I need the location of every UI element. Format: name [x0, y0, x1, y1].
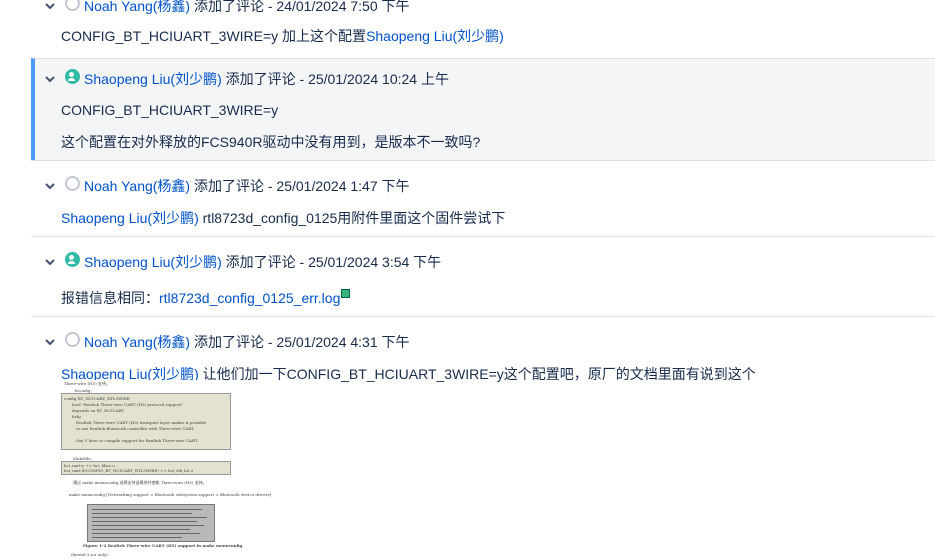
chevron-down-icon[interactable]	[45, 181, 55, 191]
attachment-link[interactable]: rtl8723d_config_0125_err.log	[159, 290, 340, 306]
comment-meta: 添加了评论 - 24/01/2024 7:50 下午	[193, 0, 410, 14]
user-avatar-icon[interactable]	[65, 68, 80, 84]
comment-body: 报错信息相同：rtl8723d_config_0125_err.log	[61, 288, 351, 308]
comment-header: Shaopeng Liu(刘少鹏) 添加了评论 - 25/01/2024 10:…	[45, 68, 449, 89]
comment-1: Noah Yang(杨鑫) 添加了评论 - 24/01/2024 7:50 下午…	[31, 0, 935, 48]
comment-body: CONFIG_BT_HCIUART_3WIRE=y 加上这个配置Shaopeng…	[61, 26, 504, 46]
comment-text: rtl8723d_config_0125用附件里面这个固件尝试下	[198, 210, 506, 226]
chevron-down-icon[interactable]	[45, 74, 55, 84]
comment-author-link[interactable]: Shaopeng Liu(刘少鹏)	[84, 69, 222, 89]
comment-meta: 添加了评论 - 25/01/2024 1:47 下午	[193, 178, 410, 194]
default-avatar-icon[interactable]	[65, 175, 80, 191]
comment-author-link[interactable]: Noah Yang(杨鑫)	[84, 176, 190, 196]
doc-footer: (kernel-3.x.x only)	[71, 552, 108, 557]
doc-code-line: to use Realtek Bluetooth controller with…	[76, 426, 195, 431]
default-avatar-icon[interactable]	[65, 331, 80, 347]
comment-meta: 添加了评论 - 25/01/2024 4:31 下午	[193, 334, 410, 350]
comment-3: Noah Yang(杨鑫) 添加了评论 - 25/01/2024 1:47 下午…	[31, 160, 935, 237]
doc-kconfig-box: config BT_HCIUART_RTL3WIRE bool "Realtek…	[61, 393, 231, 450]
embedded-document-image[interactable]: Three-wire (H5) 支持。 Kconfig: config BT_H…	[61, 380, 271, 558]
user-avatar-icon[interactable]	[65, 251, 80, 267]
mention-link[interactable]: Shaopeng Liu(刘少鹏)	[61, 210, 199, 226]
comment-author-link[interactable]: Noah Yang(杨鑫)	[84, 332, 190, 352]
doc-code-line: help	[72, 414, 81, 419]
doc-code-line: config BT_HCIUART_RTL3WIRE	[64, 396, 130, 401]
comment-header: Shaopeng Liu(刘少鹏) 添加了评论 - 25/01/2024 3:5…	[45, 251, 442, 272]
comment-header: Noah Yang(杨鑫) 添加了评论 - 24/01/2024 7:50 下午	[45, 0, 410, 16]
mention-link[interactable]: Shaopeng Liu(刘少鹏)	[366, 28, 504, 44]
doc-heading: Three-wire (H5) 支持。	[64, 381, 110, 386]
doc-figure-caption: Figure 1-2 Realtek Three-wire UART (H5) …	[83, 543, 243, 548]
doc-code-line: hci_uart-$(CONFIG_BT_HCIUART_RTL3WIRE) +…	[64, 468, 193, 473]
comment-text: CONFIG_BT_HCIUART_3WIRE=y 加上这个配置	[61, 28, 367, 44]
doc-code-line: bool "Realtek Three-wire UART (H5) proto…	[72, 402, 184, 407]
comment-body-line: CONFIG_BT_HCIUART_3WIRE=y	[61, 102, 279, 118]
doc-code-line: depends on BT_HCIUART	[72, 408, 125, 413]
attachment-file-icon[interactable]	[341, 289, 351, 298]
comment-body: Shaopeng Liu(刘少鹏) rtl8723d_config_0125用附…	[61, 208, 505, 228]
doc-code-line: Say Y here to compile support for Realte…	[76, 438, 199, 443]
chevron-down-icon[interactable]	[45, 337, 55, 347]
default-avatar-icon[interactable]	[65, 0, 80, 11]
comment-header: Noah Yang(杨鑫) 添加了评论 - 25/01/2024 1:47 下午	[45, 175, 410, 196]
comment-meta: 添加了评论 - 25/01/2024 10:24 上午	[225, 71, 449, 87]
doc-paragraph: 通过 make menuconfig 选择支持该模块并使能 Three-wire…	[73, 480, 207, 485]
doc-menu-path: make menuconfig [Networking support > Bl…	[69, 492, 272, 497]
doc-code-line: Realtek Three-wire UART (H5) transport l…	[76, 420, 207, 425]
comment-body-line: 这个配置在对外释放的FCS940R驱动中没有用到，是版本不一致吗?	[61, 134, 481, 150]
doc-makefile-box: hci_uart-y += hci_ldisc.o hci_uart-$(CON…	[61, 461, 231, 475]
comment-header: Noah Yang(杨鑫) 添加了评论 - 25/01/2024 4:31 下午	[45, 331, 410, 352]
comment-text: 报错信息相同：	[61, 290, 159, 306]
comment-text: 让他们加一下CONFIG_BT_HCIUART_3WIRE=y这个配置吧，原厂的…	[198, 366, 756, 382]
comment-author-link[interactable]: Noah Yang(杨鑫)	[84, 0, 190, 16]
chevron-down-icon[interactable]	[45, 1, 55, 11]
comment-author-link[interactable]: Shaopeng Liu(刘少鹏)	[84, 252, 222, 272]
chevron-down-icon[interactable]	[45, 257, 55, 267]
comment-4: Shaopeng Liu(刘少鹏) 添加了评论 - 25/01/2024 3:5…	[31, 236, 935, 317]
comment-meta: 添加了评论 - 25/01/2024 3:54 下午	[225, 254, 442, 270]
comment-2: Shaopeng Liu(刘少鹏) 添加了评论 - 25/01/2024 10:…	[31, 58, 935, 160]
doc-menuconfig-screenshot	[87, 504, 215, 542]
